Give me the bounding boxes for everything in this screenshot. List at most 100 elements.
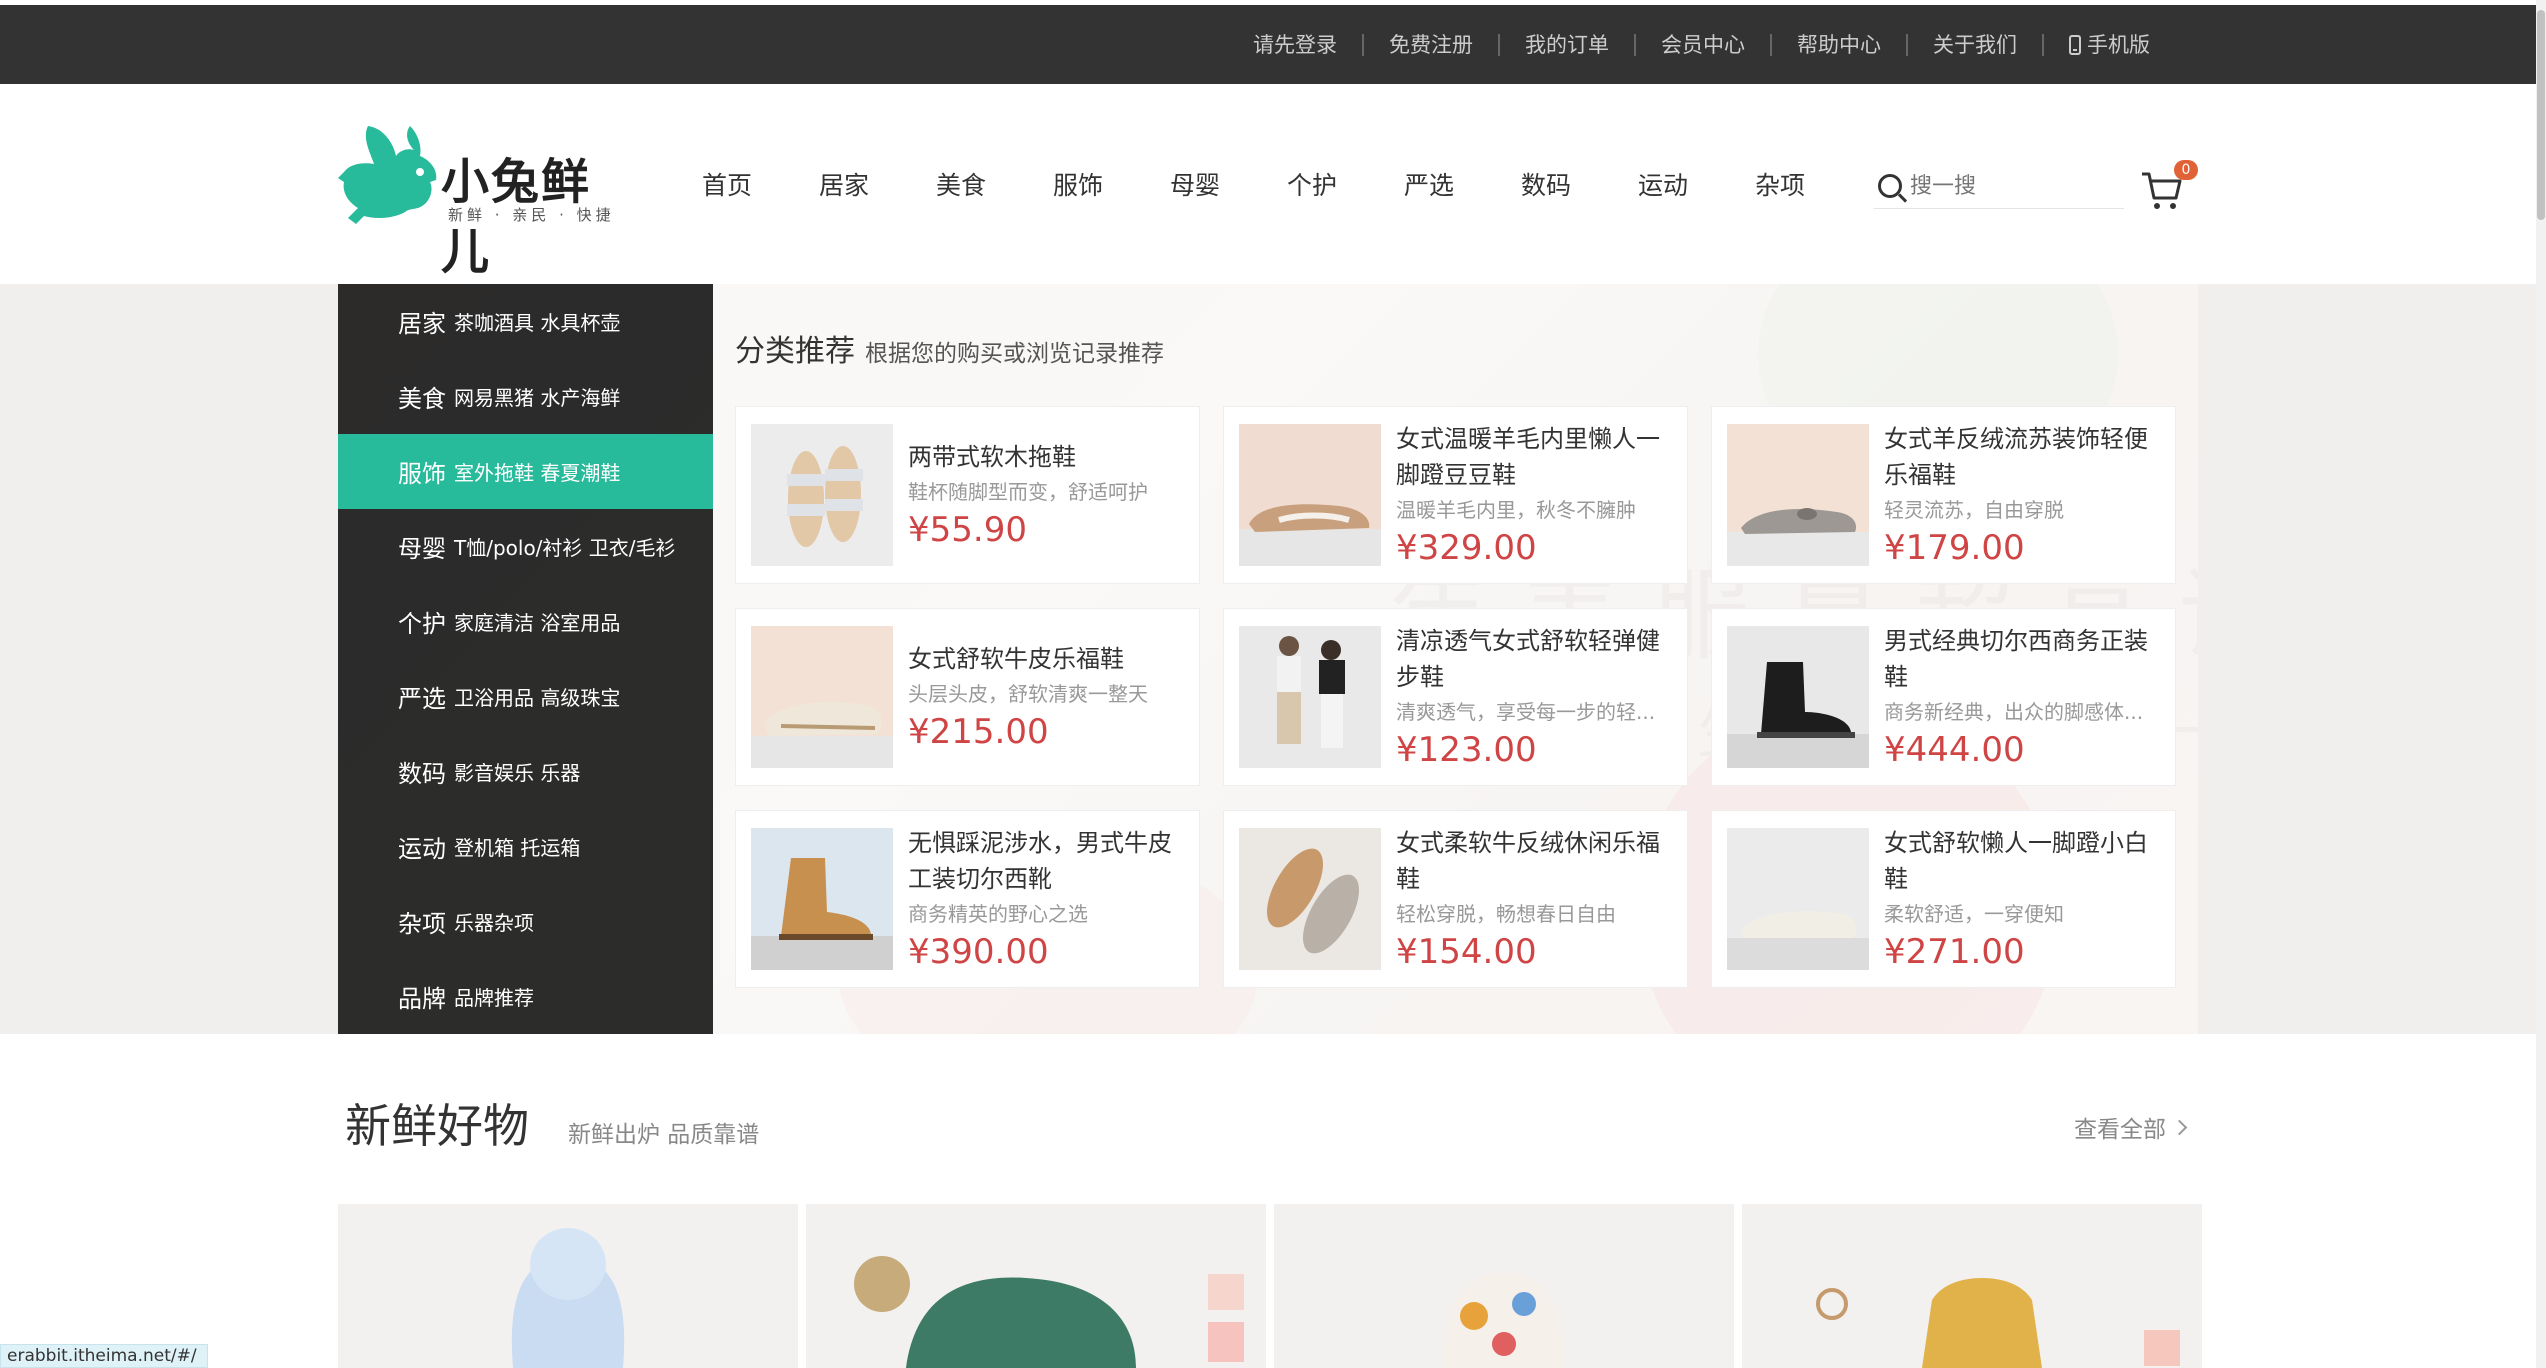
category-sub: 室外拖鞋 春夏潮鞋 xyxy=(454,461,621,485)
product-desc: 鞋杯随脚型而变，舒适呵护 xyxy=(908,480,1148,504)
category-recommend-panel: 分类推荐 根据您的购买或浏览记录推荐 两带式软木拖鞋 鞋杯随脚型而变，舒适呵护 … xyxy=(713,284,2198,1034)
nav-food[interactable]: 美食 xyxy=(910,166,1027,202)
product-price: ¥123.00 xyxy=(1396,730,1537,770)
about-link[interactable]: 关于我们 xyxy=(1906,32,2042,57)
category-item-food[interactable]: 美食 网易黑猪 水产海鲜 xyxy=(338,359,713,434)
product-name: 无惧踩泥涉水，男式牛皮工装切尔西靴 xyxy=(908,829,1172,893)
recommend-subtitle: 根据您的购买或浏览记录推荐 xyxy=(865,341,1164,367)
recommend-heading: 分类推荐 根据您的购买或浏览记录推荐 xyxy=(735,326,1164,370)
product-price: ¥390.00 xyxy=(908,932,1049,972)
category-item-personal-care[interactable]: 个护 家庭清洁 浴室用品 xyxy=(338,584,713,659)
login-label: 请先登录 xyxy=(1253,32,1337,57)
product-card[interactable]: 无惧踩泥涉水，男式牛皮工装切尔西靴 商务精英的野心之选 ¥390.00 xyxy=(735,810,1200,988)
product-image xyxy=(751,424,893,566)
nav-apparel[interactable]: 服饰 xyxy=(1027,166,1144,202)
nav-selected[interactable]: 严选 xyxy=(1378,166,1495,202)
product-info: 两带式软木拖鞋 鞋杯随脚型而变，舒适呵护 ¥55.90 xyxy=(908,439,1193,551)
product-card[interactable]: 女式舒软懒人一脚蹬小白鞋 柔软舒适，一穿便知 ¥271.00 xyxy=(1711,810,2176,988)
category-item-selected[interactable]: 严选 卫浴用品 高级珠宝 xyxy=(338,659,713,734)
fresh-product-image[interactable] xyxy=(338,1204,798,1368)
product-info: 男式经典切尔西商务正装鞋 商务新经典，出众的脚感体... ¥444.00 xyxy=(1884,623,2169,771)
product-price: ¥444.00 xyxy=(1884,730,2025,770)
fresh-product-image[interactable] xyxy=(1274,1204,1734,1368)
product-desc: 清爽透气，享受每一步的轻... xyxy=(1396,700,1656,724)
product-card[interactable]: 女式羊反绒流苏装饰轻便乐福鞋 轻灵流苏，自由穿脱 ¥179.00 xyxy=(1711,406,2176,584)
product-name: 女式舒软牛皮乐福鞋 xyxy=(908,645,1124,673)
about-label: 关于我们 xyxy=(1933,32,2017,57)
fresh-section-title: 新鲜好物 xyxy=(345,1099,529,1153)
phone-icon xyxy=(2069,34,2081,55)
product-info: 女式温暖羊毛内里懒人一脚蹬豆豆鞋 温暖羊毛内里，秋冬不臃肿 ¥329.00 xyxy=(1396,421,1681,569)
top-nav: 请先登录 免费注册 我的订单 会员中心 帮助中心 关于我们 手机版 xyxy=(1228,5,2175,84)
product-image xyxy=(1239,424,1381,566)
category-item-home[interactable]: 居家 茶咖酒具 水具杯壶 xyxy=(338,284,713,359)
help-center-link[interactable]: 帮助中心 xyxy=(1770,33,1906,56)
nav-home[interactable]: 首页 xyxy=(676,166,793,202)
nav-misc[interactable]: 杂项 xyxy=(1729,166,1846,202)
product-card[interactable]: 清凉透气女式舒软轻弹健步鞋 清爽透气，享受每一步的轻... ¥123.00 xyxy=(1223,608,1688,786)
search-icon[interactable] xyxy=(1878,174,1902,198)
chevron-right-icon xyxy=(2171,1119,2188,1135)
product-card[interactable]: 女式温暖羊毛内里懒人一脚蹬豆豆鞋 温暖羊毛内里，秋冬不臃肿 ¥329.00 xyxy=(1223,406,1688,584)
category-name: 美食 xyxy=(398,385,446,413)
product-info: 女式羊反绒流苏装饰轻便乐福鞋 轻灵流苏，自由穿脱 ¥179.00 xyxy=(1884,421,2169,569)
nav-home-living[interactable]: 居家 xyxy=(793,166,910,202)
category-item-sports[interactable]: 运动 登机箱 托运箱 xyxy=(338,809,713,884)
recommend-title: 分类推荐 xyxy=(735,334,855,369)
product-card[interactable]: 女式柔软牛反绒休闲乐福鞋 轻松穿脱，畅想春日自由 ¥154.00 xyxy=(1223,810,1688,988)
category-sub: T恤/polo/衬衫 卫衣/毛衫 xyxy=(454,536,676,560)
banner: 年 美 服 夏 超 高 调 新品上新 生动 5 折起 一套 一顿 购 更优惠 居… xyxy=(0,284,2536,1034)
product-card[interactable]: 两带式软木拖鞋 鞋杯随脚型而变，舒适呵护 ¥55.90 xyxy=(735,406,1200,584)
rabbit-logo-icon xyxy=(338,126,437,224)
cart-button[interactable]: 0 xyxy=(2140,156,2200,216)
category-sub: 家庭清洁 浴室用品 xyxy=(454,611,621,635)
nav-personal-care[interactable]: 个护 xyxy=(1261,166,1378,202)
nav-baby[interactable]: 母婴 xyxy=(1144,166,1261,202)
category-name: 服饰 xyxy=(398,460,446,488)
product-card[interactable]: 男式经典切尔西商务正装鞋 商务新经典，出众的脚感体... ¥444.00 xyxy=(1711,608,2176,786)
nav-digital[interactable]: 数码 xyxy=(1495,166,1612,202)
status-bar-url: erabbit.itheima.net/#/ xyxy=(0,1344,208,1368)
product-name: 两带式软木拖鞋 xyxy=(908,443,1076,471)
mobile-link[interactable]: 手机版 xyxy=(2042,33,2175,56)
category-name: 数码 xyxy=(398,760,446,788)
category-name: 杂项 xyxy=(398,910,446,938)
category-menu: 居家 茶咖酒具 水具杯壶 美食 网易黑猪 水产海鲜 服饰 室外拖鞋 春夏潮鞋 母婴 T恤… xyxy=(338,284,713,1034)
category-sub: 登机箱 托运箱 xyxy=(454,836,581,860)
fresh-product-image[interactable] xyxy=(806,1204,1266,1368)
category-sub: 茶咖酒具 水具杯壶 xyxy=(454,311,621,335)
fresh-product-image[interactable] xyxy=(1742,1204,2202,1368)
category-item-brand[interactable]: 品牌 品牌推荐 xyxy=(338,959,713,1034)
product-card[interactable]: 女式舒软牛皮乐福鞋 头层头皮，舒软清爽一整天 ¥215.00 xyxy=(735,608,1200,786)
logo[interactable]: 小兔鲜儿 新鲜 · 亲民 · 快捷 xyxy=(338,120,638,280)
view-all-label: 查看全部 xyxy=(2074,1117,2166,1143)
product-price: ¥329.00 xyxy=(1396,528,1537,568)
category-item-misc[interactable]: 杂项 乐器杂项 xyxy=(338,884,713,959)
category-item-baby[interactable]: 母婴 T恤/polo/衬衫 卫衣/毛衫 xyxy=(338,509,713,584)
logo-subtitle: 新鲜 · 亲民 · 快捷 xyxy=(448,206,615,224)
category-name: 居家 xyxy=(398,310,446,338)
register-link[interactable]: 免费注册 xyxy=(1362,33,1498,56)
cart-count-badge: 0 xyxy=(2174,160,2198,180)
category-item-digital[interactable]: 数码 影音娱乐 乐器 xyxy=(338,734,713,809)
category-name: 运动 xyxy=(398,835,446,863)
view-all-link[interactable]: 查看全部 xyxy=(2074,1110,2188,1144)
nav-sports[interactable]: 运动 xyxy=(1612,166,1729,202)
product-image xyxy=(1727,424,1869,566)
product-name: 女式羊反绒流苏装饰轻便乐福鞋 xyxy=(1884,425,2148,489)
category-sub: 卫浴用品 高级珠宝 xyxy=(454,686,621,710)
login-link[interactable]: 请先登录 xyxy=(1228,34,1362,56)
product-image xyxy=(1239,828,1381,970)
category-item-apparel[interactable]: 服饰 室外拖鞋 春夏潮鞋 xyxy=(338,434,713,509)
category-name: 母婴 xyxy=(398,535,446,563)
product-price: ¥55.90 xyxy=(908,510,1027,550)
category-name: 品牌 xyxy=(398,985,446,1013)
product-desc: 商务精英的野心之选 xyxy=(908,902,1088,926)
search-input[interactable] xyxy=(1910,173,2110,199)
member-center-label: 会员中心 xyxy=(1661,32,1745,57)
orders-link[interactable]: 我的订单 xyxy=(1498,33,1634,56)
product-info: 女式舒软懒人一脚蹬小白鞋 柔软舒适，一穿便知 ¥271.00 xyxy=(1884,825,2169,973)
product-desc: 温暖羊毛内里，秋冬不臃肿 xyxy=(1396,498,1636,522)
member-center-link[interactable]: 会员中心 xyxy=(1634,32,1770,57)
scrollbar-thumb[interactable] xyxy=(2537,10,2545,220)
